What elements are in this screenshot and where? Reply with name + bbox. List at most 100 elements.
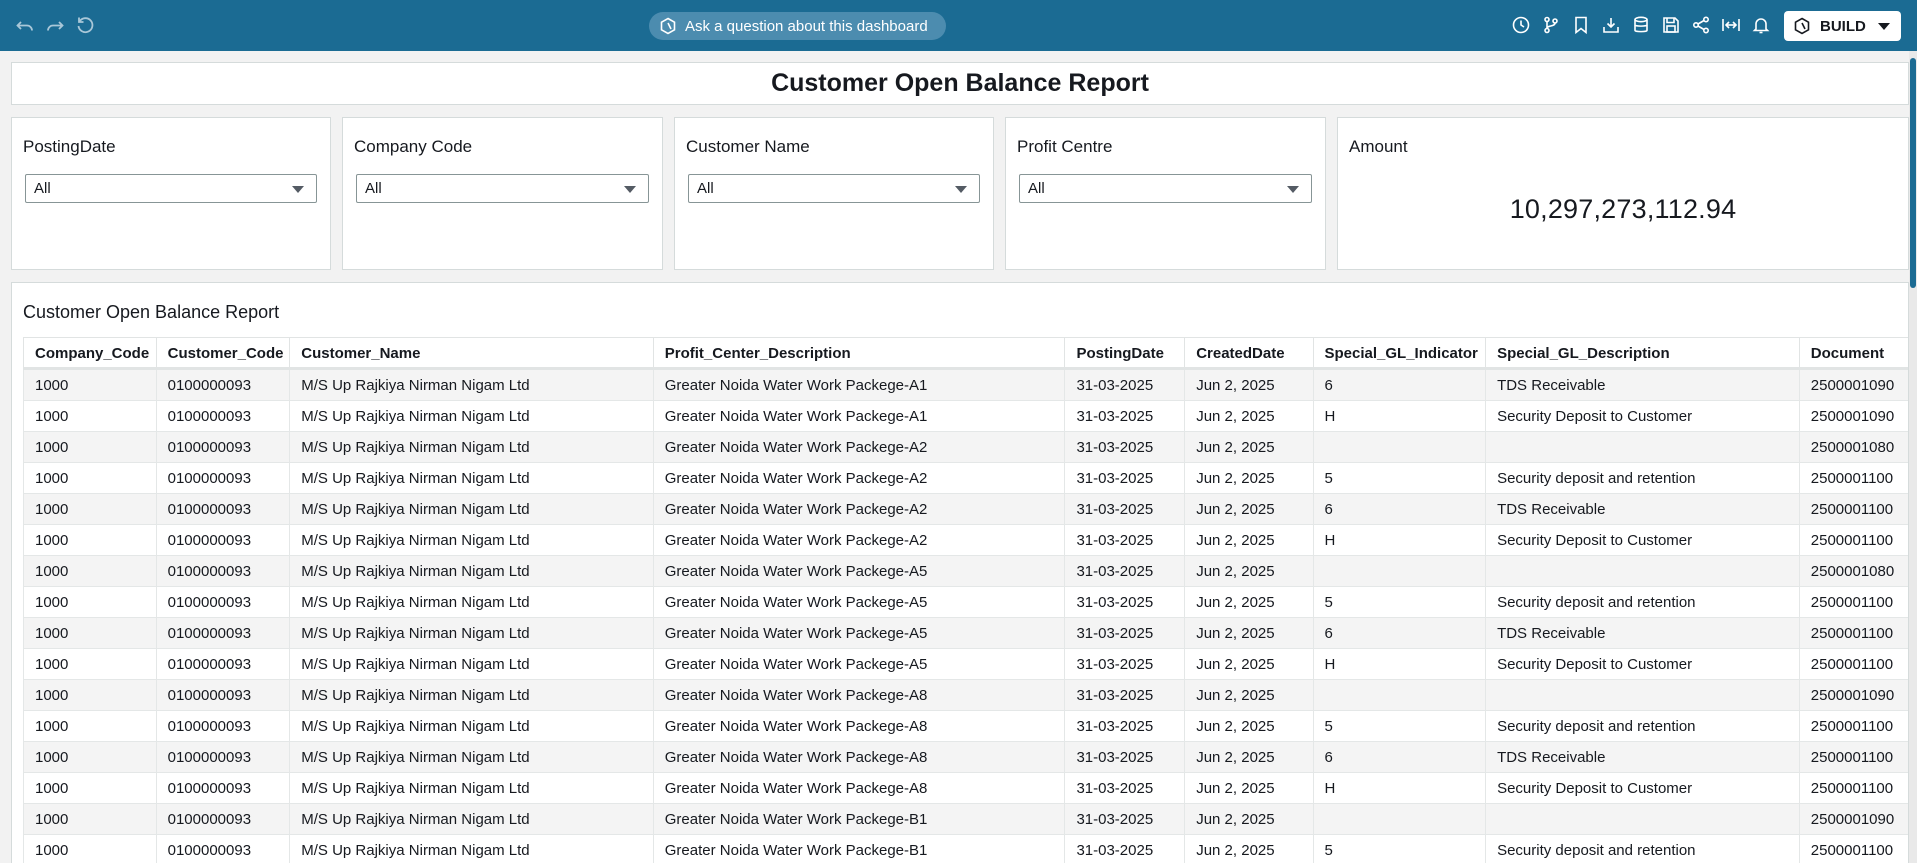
customer-name-select[interactable]: All (688, 174, 980, 203)
table-row[interactable]: 1000 0100000093 M/S Up Rajkiya Nirman Niga… (23, 772, 1908, 804)
filter-panel-customer-name: Customer Name All (674, 117, 994, 270)
table-cell: Greater Noida Water Work Packege-A2 (652, 524, 1066, 556)
table-cell: Jun 2, 2025 (1184, 555, 1314, 587)
table-cell: 1000 (23, 462, 157, 494)
table-cell: TDS Receivable (1485, 369, 1800, 401)
table-row[interactable]: 1000 0100000093 M/S Up Rajkiya Nirman Niga… (23, 493, 1908, 525)
table-row[interactable]: 1000 0100000093 M/S Up Rajkiya Nirman Niga… (23, 400, 1908, 432)
table-cell: 5 (1312, 710, 1487, 742)
select-value: All (1028, 180, 1045, 197)
table-cell: 1000 (23, 772, 157, 804)
table-cell: 0100000093 (155, 431, 291, 463)
undo-icon[interactable] (13, 13, 37, 37)
table-cell: 5 (1312, 462, 1487, 494)
table-cell: 6 (1312, 741, 1487, 773)
build-button[interactable]: BUILD (1784, 11, 1901, 41)
table-cell: 2500001100 (1798, 741, 1908, 773)
table-row[interactable]: 1000 0100000093 M/S Up Rajkiya Nirman Niga… (23, 679, 1908, 711)
table-cell: TDS Receivable (1485, 617, 1800, 649)
table-cell: M/S Up Rajkiya Nirman Nigam Ltd (289, 741, 654, 773)
table-cell: H (1312, 648, 1487, 680)
column-header-customer-name[interactable]: Customer_Name (289, 337, 654, 370)
reset-icon[interactable] (73, 13, 97, 37)
posting-date-select[interactable]: All (25, 174, 317, 203)
table-cell (1485, 803, 1800, 835)
save-icon[interactable] (1659, 13, 1683, 37)
build-label: BUILD (1820, 17, 1866, 35)
share-icon[interactable] (1689, 13, 1713, 37)
table-row[interactable]: 1000 0100000093 M/S Up Rajkiya Nirman Niga… (23, 741, 1908, 773)
select-value: All (365, 180, 382, 197)
column-header-document[interactable]: Document (1798, 337, 1908, 370)
table-cell: 31-03-2025 (1064, 462, 1186, 494)
table-cell: 2500001090 (1798, 400, 1908, 432)
table-row[interactable]: 1000 0100000093 M/S Up Rajkiya Nirman Niga… (23, 462, 1908, 494)
table-row[interactable]: 1000 0100000093 M/S Up Rajkiya Nirman Niga… (23, 524, 1908, 556)
ask-question-button[interactable]: Ask a question about this dashboard (649, 12, 946, 40)
table-cell: TDS Receivable (1485, 741, 1800, 773)
column-header-profit-center-description[interactable]: Profit_Center_Description (652, 337, 1066, 370)
table-cell: M/S Up Rajkiya Nirman Nigam Ltd (289, 803, 654, 835)
table-cell: Greater Noida Water Work Packege-A5 (652, 648, 1066, 680)
table-cell: 2500001090 (1798, 369, 1908, 401)
chevron-down-icon (1877, 22, 1890, 30)
table-row[interactable]: 1000 0100000093 M/S Up Rajkiya Nirman Niga… (23, 710, 1908, 742)
table-cell: 0100000093 (155, 648, 291, 680)
table-row[interactable]: 1000 0100000093 M/S Up Rajkiya Nirman Niga… (23, 803, 1908, 835)
table-cell: Jun 2, 2025 (1184, 493, 1314, 525)
table-cell: M/S Up Rajkiya Nirman Nigam Ltd (289, 586, 654, 618)
table-cell: 0100000093 (155, 400, 291, 432)
table-cell: 1000 (23, 586, 157, 618)
column-header-special-gl-description[interactable]: Special_GL_Description (1485, 337, 1800, 370)
table-cell: 1000 (23, 803, 157, 835)
redo-icon[interactable] (43, 13, 67, 37)
profit-centre-select[interactable]: All (1019, 174, 1312, 203)
download-icon[interactable] (1599, 13, 1623, 37)
table-cell: Security deposit and retention (1485, 586, 1800, 618)
branch-icon[interactable] (1539, 13, 1563, 37)
filter-label: Customer Name (686, 137, 810, 156)
table-cell (1485, 431, 1800, 463)
table-cell: M/S Up Rajkiya Nirman Nigam Ltd (289, 617, 654, 649)
table-cell: 0100000093 (155, 803, 291, 835)
table-cell: 5 (1312, 586, 1487, 618)
clock-icon[interactable] (1509, 13, 1533, 37)
column-header-postingdate[interactable]: PostingDate (1064, 337, 1186, 370)
table-cell: Security Deposit to Customer (1485, 524, 1800, 556)
table-cell: 0100000093 (155, 741, 291, 773)
column-header-company-code[interactable]: Company_Code (23, 337, 157, 370)
table-cell: 31-03-2025 (1064, 431, 1186, 463)
kpi-label: Amount (1349, 137, 1408, 156)
table-row[interactable]: 1000 0100000093 M/S Up Rajkiya Nirman Niga… (23, 555, 1908, 587)
bookmark-icon[interactable] (1569, 13, 1593, 37)
column-header-special-gl-indicator[interactable]: Special_GL_Indicator (1312, 337, 1487, 370)
page-scrollbar-thumb[interactable] (1910, 58, 1916, 288)
column-header-createddate[interactable]: CreatedDate (1184, 337, 1314, 370)
table-cell: 5 (1312, 834, 1487, 863)
table-cell: Jun 2, 2025 (1184, 648, 1314, 680)
filter-label: PostingDate (23, 137, 116, 156)
fit-width-icon[interactable] (1719, 13, 1743, 37)
table-row[interactable]: 1000 0100000093 M/S Up Rajkiya Nirman Niga… (23, 586, 1908, 618)
chevron-down-icon (292, 186, 304, 193)
table-row[interactable]: 1000 0100000093 M/S Up Rajkiya Nirman Niga… (23, 617, 1908, 649)
table-cell: 1000 (23, 431, 157, 463)
table-cell (1312, 679, 1487, 711)
table-cell: 6 (1312, 493, 1487, 525)
table-cell: M/S Up Rajkiya Nirman Nigam Ltd (289, 834, 654, 863)
table-cell: Greater Noida Water Work Packege-B1 (652, 803, 1066, 835)
table-cell: Jun 2, 2025 (1184, 834, 1314, 863)
table-cell: 2500001100 (1798, 710, 1908, 742)
table-scroll-area[interactable]: Company_Code Customer_Code Customer_Name Pr… (23, 337, 1908, 863)
table-cell: 1000 (23, 493, 157, 525)
bell-icon[interactable] (1749, 13, 1773, 37)
table-row[interactable]: 1000 0100000093 M/S Up Rajkiya Nirman Niga… (23, 431, 1908, 463)
table-row[interactable]: 1000 0100000093 M/S Up Rajkiya Nirman Niga… (23, 834, 1908, 863)
company-code-select[interactable]: All (356, 174, 649, 203)
q-build-icon (1793, 17, 1811, 35)
table-row[interactable]: 1000 0100000093 M/S Up Rajkiya Nirman Niga… (23, 369, 1908, 401)
table-row[interactable]: 1000 0100000093 M/S Up Rajkiya Nirman Niga… (23, 648, 1908, 680)
dataset-icon[interactable] (1629, 13, 1653, 37)
column-header-customer-code[interactable]: Customer_Code (155, 337, 291, 370)
table-cell: 31-03-2025 (1064, 648, 1186, 680)
